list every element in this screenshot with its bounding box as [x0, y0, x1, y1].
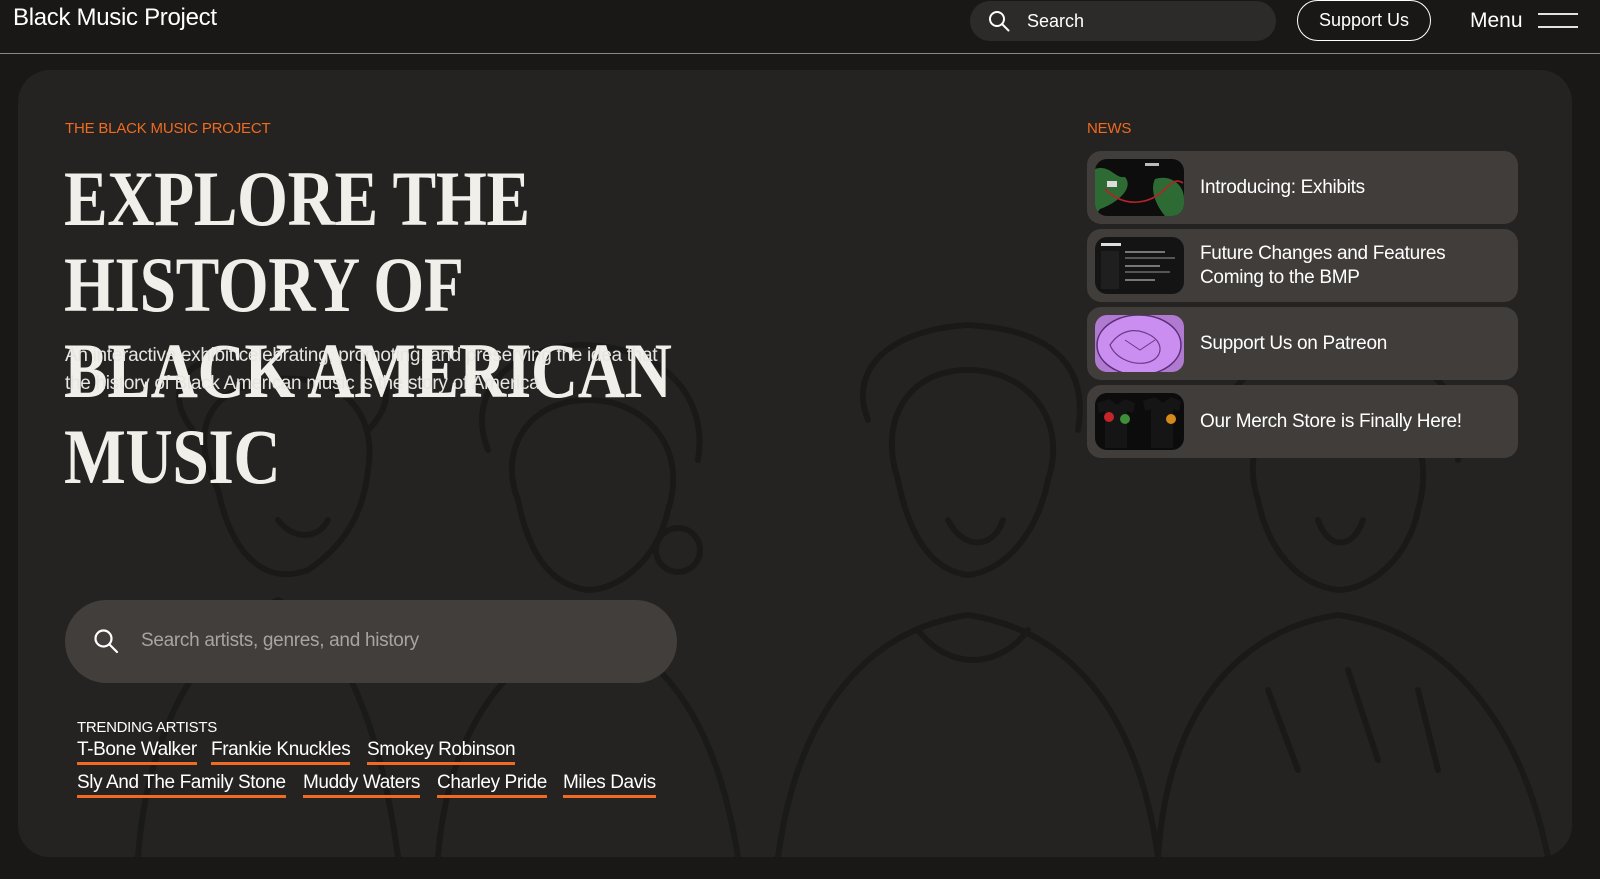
news-thumbnail-map — [1095, 159, 1184, 216]
search-icon — [94, 629, 119, 654]
site-header: Black Music Project Search Support Us Me… — [0, 0, 1600, 54]
search-icon — [989, 11, 1010, 32]
site-logo[interactable]: Black Music Project — [13, 4, 217, 32]
news-card[interactable]: Support Us on Patreon — [1087, 307, 1518, 380]
news-card[interactable]: Introducing: Exhibits — [1087, 151, 1518, 224]
hero-title-line-1: EXPLORE THE HISTORY OF — [64, 155, 530, 328]
hero-subtitle-line-2: the history of Black American music is t… — [65, 373, 540, 394]
news-thumbnail-screenshot — [1095, 237, 1184, 294]
main-search-field[interactable]: Search artists, genres, and history — [65, 600, 677, 683]
trending-artist-link[interactable]: Sly And The Family Stone — [77, 771, 286, 798]
news-title-text: Coming to the BMP — [1200, 266, 1360, 288]
hamburger-menu-icon[interactable] — [1537, 11, 1579, 31]
hero-subtitle: An interactive exhibit celebrating, prom… — [65, 342, 725, 398]
news-title: Our Merch Store is Finally Here! — [1200, 385, 1500, 458]
trending-artist-link[interactable]: Miles Davis — [563, 771, 656, 798]
news-title-text: Introducing: Exhibits — [1200, 176, 1365, 198]
news-heading: NEWS — [1087, 120, 1132, 137]
news-thumbnail-coin — [1095, 315, 1184, 372]
news-title: Future Changes and Features Coming to th… — [1200, 229, 1500, 302]
trending-artist-link[interactable]: Smokey Robinson — [367, 738, 516, 765]
hero-subtitle-line-1: An interactive exhibit celebrating, prom… — [65, 345, 658, 366]
trending-artist-link[interactable]: Charley Pride — [437, 771, 547, 798]
menu-label[interactable]: Menu — [1470, 9, 1523, 33]
news-title: Introducing: Exhibits — [1200, 151, 1500, 224]
header-search-label: Search — [1027, 11, 1085, 31]
support-us-button[interactable]: Support Us — [1297, 0, 1431, 41]
news-title-text: Support Us on Patreon — [1200, 332, 1387, 354]
main-search-placeholder: Search artists, genres, and history — [141, 630, 419, 651]
news-card[interactable]: Our Merch Store is Finally Here! — [1087, 385, 1518, 458]
trending-artist-link[interactable]: Muddy Waters — [303, 771, 420, 798]
hero-panel: THE BLACK MUSIC PROJECT EXPLORE THE HIST… — [18, 70, 1572, 857]
trending-artists-heading: TRENDING ARTISTS — [77, 719, 217, 736]
news-card[interactable]: Future Changes and Features Coming to th… — [1087, 229, 1518, 302]
header-search[interactable]: Search — [970, 1, 1276, 41]
trending-artist-link[interactable]: T-Bone Walker — [77, 738, 197, 765]
news-title-text: Future Changes and Features — [1200, 242, 1446, 264]
news-title-text: Our Merch Store is Finally Here! — [1200, 410, 1462, 432]
hero-title: EXPLORE THE HISTORY OF BLACK AMERICAN MU… — [64, 156, 702, 500]
hero-eyebrow: THE BLACK MUSIC PROJECT — [65, 120, 271, 137]
trending-artist-link[interactable]: Frankie Knuckles — [211, 738, 351, 765]
news-title: Support Us on Patreon — [1200, 307, 1500, 380]
news-thumbnail-merch — [1095, 393, 1184, 450]
